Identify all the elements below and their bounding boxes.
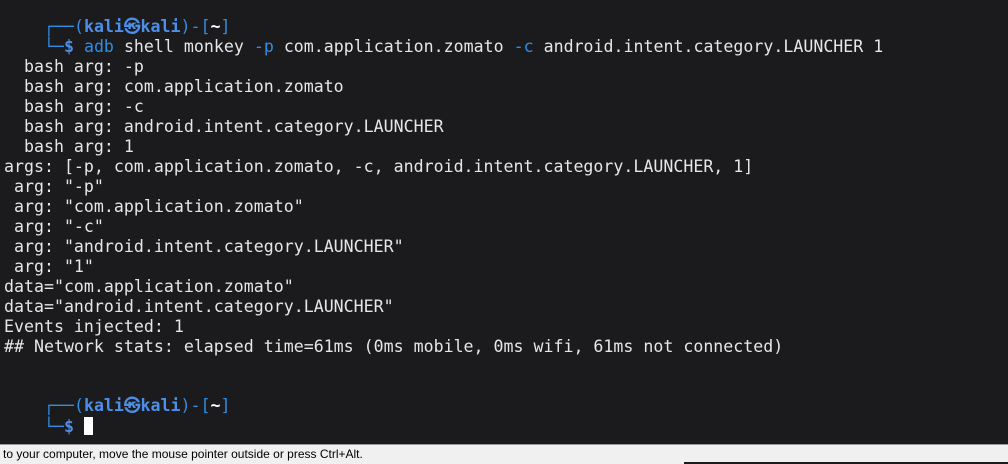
command-program: adb [83,37,114,56]
prompt-bracket: )-[ [180,396,211,415]
output-line: data="com.application.zomato" [4,277,294,296]
output-line: args: [-p, com.application.zomato, -c, a… [4,157,754,176]
command-line: └─$ adb shell monkey -p com.application.… [4,17,883,56]
command-package: com.application.zomato [283,37,504,56]
prompt-line-top: ┌──(kali㉿kali)-[~] [4,0,231,36]
output-line: arg: "-c" [4,217,104,236]
vm-status-bar: to your computer, move the mouse pointer… [0,444,1008,464]
output-line: arg: "android.intent.category.LAUNCHER" [4,237,404,256]
output-line: bash arg: android.intent.category.LAUNCH… [4,117,444,136]
output-line: bash arg: 1 [4,137,134,156]
output-line: bash arg: -p [4,57,144,76]
prompt-frame: └─ [43,417,64,436]
output-line: ## Network stats: elapsed time=61ms (0ms… [4,337,784,356]
prompt-dollar: $ [63,417,74,436]
input-line[interactable]: └─$ [4,397,93,436]
output-line: data="android.intent.category.LAUNCHER" [4,297,394,316]
terminal-window[interactable]: ┌──(kali㉿kali)-[~] └─$ adb shell monkey … [0,0,1008,444]
command-flag: -p [253,37,274,56]
prompt-at-symbol: ㉿ [123,396,141,415]
prompt-cwd: ~ [210,396,221,415]
prompt-dollar: $ [63,37,74,56]
output-line: bash arg: com.application.zomato [4,77,344,96]
output-line: arg: "com.application.zomato" [4,197,304,216]
text-cursor [83,417,93,435]
output-line: Events injected: 1 [4,317,184,336]
command-args: android.intent.category.LAUNCHER 1 [543,37,884,56]
prompt-frame: └─ [43,37,64,56]
prompt-host: kali [140,396,181,415]
output-line: arg: "1" [4,257,94,276]
status-message: to your computer, move the mouse pointer… [3,447,363,461]
command-args: shell monkey [123,37,244,56]
output-line: bash arg: -c [4,97,144,116]
prompt-bracket: ] [220,396,231,415]
output-line: arg: "-p" [4,177,104,196]
command-flag: -c [513,37,534,56]
prompt-line-top: ┌──(kali㉿kali)-[~] [4,376,231,415]
